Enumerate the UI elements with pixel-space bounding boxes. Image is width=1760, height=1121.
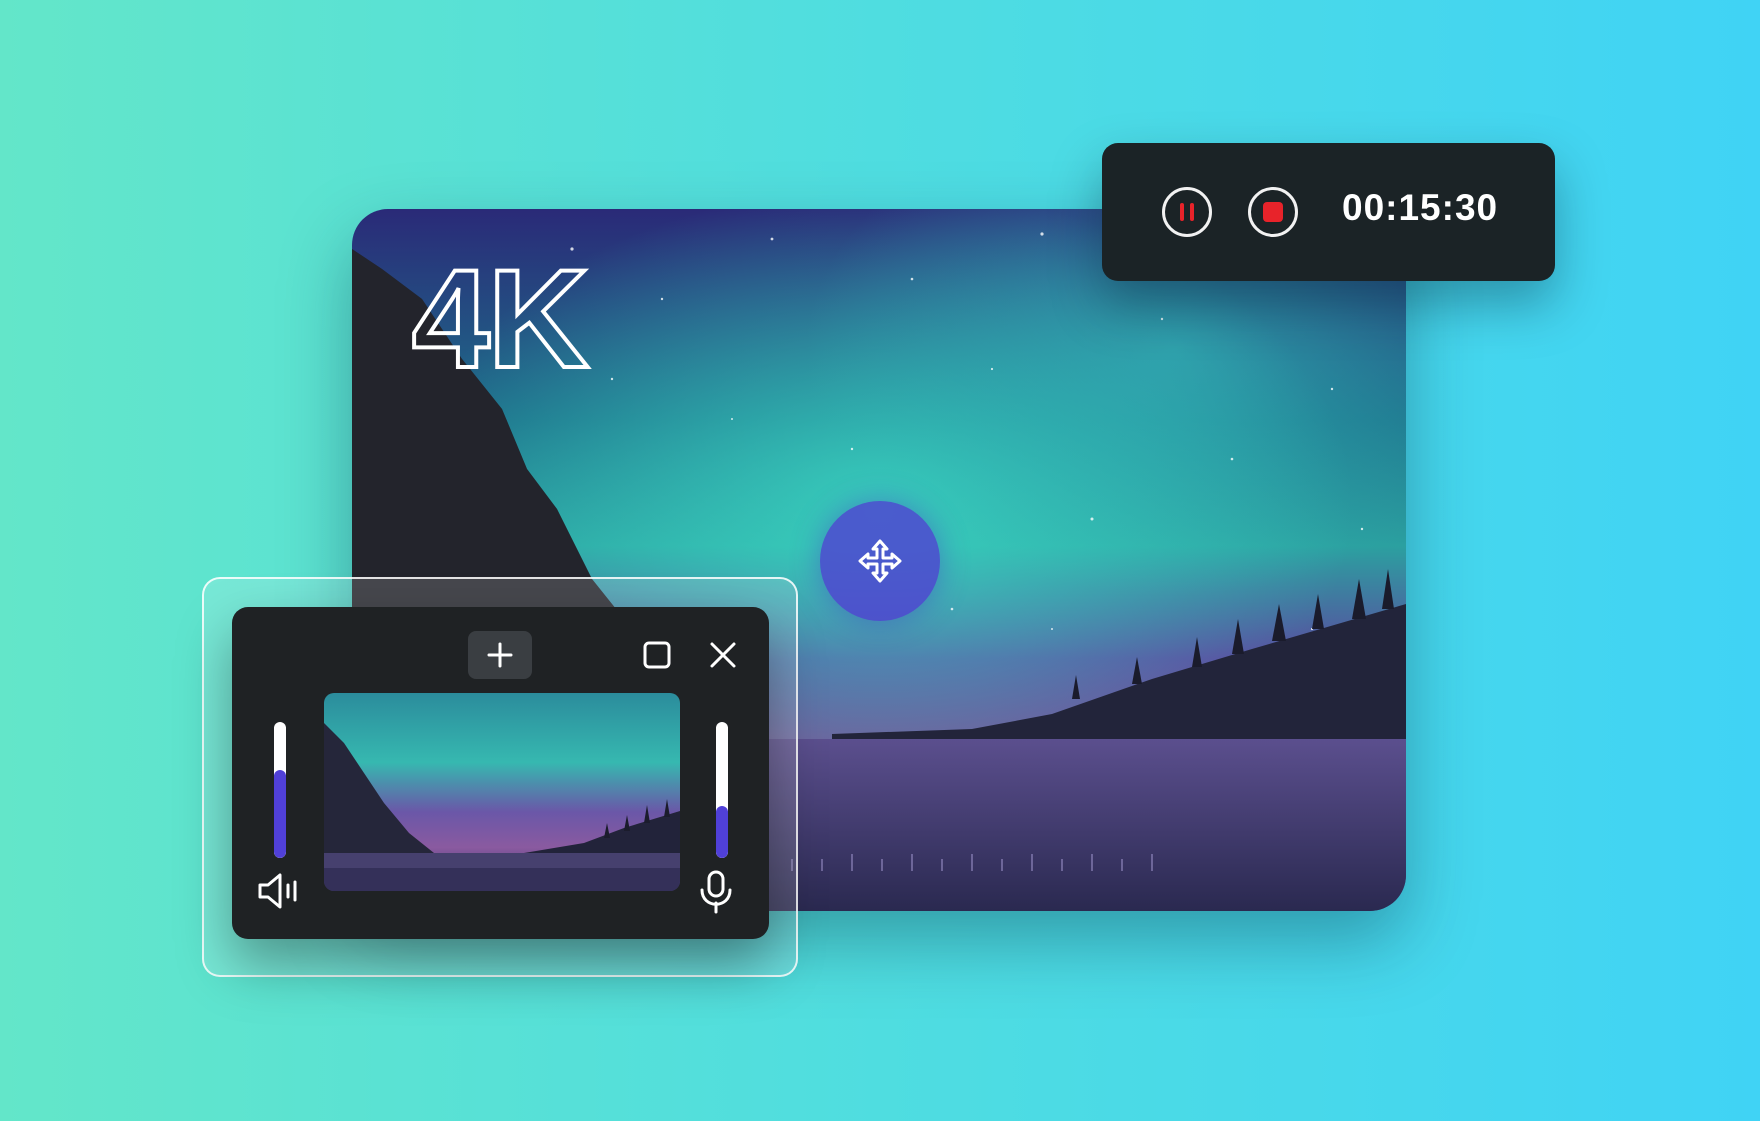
move-arrows-icon (858, 539, 902, 583)
microphone-icon-glyph (700, 870, 732, 914)
move-handle-button[interactable] (820, 501, 940, 621)
resolution-badge: 4K (410, 240, 591, 397)
thumbnail-image (324, 693, 680, 891)
close-icon (710, 642, 736, 668)
pause-button[interactable] (1162, 187, 1212, 237)
square-icon (643, 641, 671, 669)
recording-toolbar: 00:15:30 (1102, 143, 1555, 281)
microphone-volume-slider[interactable] (716, 722, 728, 858)
speaker-volume-fill (274, 769, 286, 858)
speaker-icon[interactable] (256, 871, 304, 911)
add-button[interactable] (468, 631, 532, 679)
speaker-icon-glyph (258, 873, 297, 909)
stop-icon (1263, 202, 1283, 222)
mini-recorder-panel (232, 607, 769, 939)
microphone-volume-fill (716, 806, 728, 858)
close-button[interactable] (703, 635, 743, 675)
speaker-volume-slider[interactable] (274, 722, 286, 858)
maximize-button[interactable] (637, 635, 677, 675)
mini-video-thumbnail (324, 693, 680, 891)
recording-timer: 00:15:30 (1342, 187, 1499, 228)
pause-icon (1180, 203, 1194, 221)
plus-icon (487, 642, 513, 668)
stop-button[interactable] (1248, 187, 1298, 237)
microphone-icon[interactable] (696, 869, 736, 915)
